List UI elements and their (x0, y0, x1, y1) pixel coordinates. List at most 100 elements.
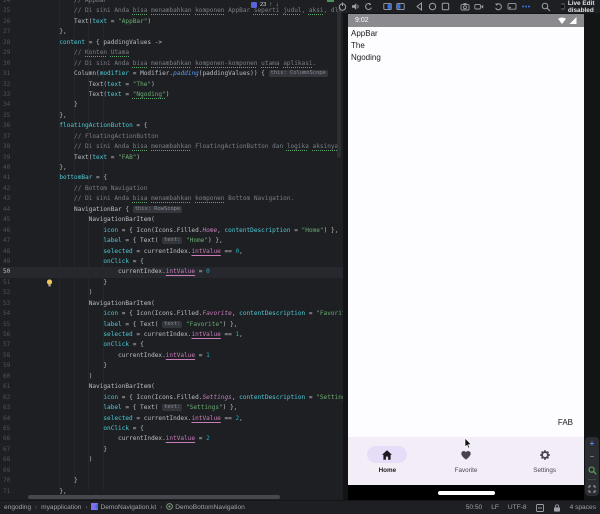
code-line[interactable]: 52 ) (0, 288, 343, 298)
line-number[interactable]: 38 (3, 142, 10, 152)
line-number[interactable]: 64 (3, 414, 10, 424)
line-number[interactable]: 59 (3, 361, 10, 371)
fold-right-icon[interactable] (396, 2, 405, 12)
line-number[interactable]: 55 (3, 320, 10, 330)
line-number[interactable]: 26 (3, 17, 10, 27)
editor-vertical-scrollbar[interactable] (337, 8, 341, 158)
back-icon[interactable] (415, 2, 424, 12)
code-line[interactable]: 50 currentIndex.intValue = 0 (0, 267, 343, 277)
line-number[interactable]: 56 (3, 330, 10, 340)
line-number[interactable]: 32 (3, 80, 10, 90)
line-number[interactable]: 43 (3, 194, 10, 204)
line-number[interactable]: 35 (3, 111, 10, 121)
line-number[interactable]: 44 (3, 205, 10, 215)
code-line[interactable]: 38 // Di sini Anda bisa menambahkan Floa… (0, 142, 343, 152)
camera-icon[interactable] (460, 2, 470, 12)
code-line[interactable]: 30 // Di sini Anda bisa menambahkan komp… (0, 59, 343, 69)
line-number[interactable]: 58 (3, 351, 10, 361)
code-line[interactable]: 70 } (0, 476, 343, 486)
code-line[interactable]: 27 }, (0, 27, 343, 37)
breadcrumb-item[interactable]: myapplication (41, 504, 81, 511)
breadcrumb-item[interactable]: engoding (4, 504, 31, 511)
power-icon[interactable] (338, 2, 347, 12)
code-line[interactable]: 25 // Di sini Anda bisa menambahkan komp… (0, 6, 343, 16)
line-number[interactable]: 34 (3, 100, 10, 110)
code-line[interactable]: 45 NavigationBarItem( (0, 215, 343, 225)
code-line[interactable]: 34 } (0, 100, 343, 110)
code-line[interactable]: 32 Text(text = "The") (0, 80, 343, 90)
code-line[interactable]: 47 label = { Text( text: "Home") }, (0, 236, 343, 246)
line-number[interactable]: 39 (3, 153, 10, 163)
code-line[interactable]: 41 bottomBar = { (0, 173, 343, 183)
line-number[interactable]: 30 (3, 59, 10, 69)
editor-horizontal-scrollbar[interactable] (28, 495, 280, 499)
code-line[interactable]: 33 Text(text = "Ngoding") (0, 90, 343, 100)
prev-problem-arrow-icon[interactable]: ↑ (269, 1, 272, 9)
line-number[interactable]: 41 (3, 173, 10, 183)
code-line[interactable]: 63 label = { Text( text: "Settings") }, (0, 403, 343, 413)
breadcrumb-item[interactable]: DemoNavigation.kt (91, 503, 156, 512)
code-line[interactable]: 69 (0, 466, 343, 476)
code-line[interactable]: 59 } (0, 361, 343, 371)
line-number[interactable]: 28 (3, 38, 10, 48)
line-number[interactable]: 47 (3, 236, 10, 246)
line-number[interactable]: 45 (3, 215, 10, 225)
code-line[interactable]: 31 Column(modifier = Modifier.padding(pa… (0, 69, 343, 79)
line-number[interactable]: 67 (3, 445, 10, 455)
caret-position[interactable]: 50:50 (466, 504, 483, 511)
line-number[interactable]: 50 (3, 267, 10, 277)
line-number[interactable]: 53 (3, 299, 10, 309)
line-number[interactable]: 29 (3, 48, 10, 58)
code-line[interactable]: 53 NavigationBarItem( (0, 299, 343, 309)
line-number[interactable]: 66 (3, 434, 10, 444)
line-number[interactable]: 27 (3, 27, 10, 37)
line-number[interactable]: 69 (3, 466, 10, 476)
record-icon[interactable] (474, 2, 484, 12)
zoom-select-button[interactable] (588, 466, 597, 475)
line-number[interactable]: 40 (3, 163, 10, 173)
home-icon[interactable] (428, 2, 437, 12)
volume-icon[interactable] (351, 2, 360, 12)
fold-left-icon[interactable] (383, 2, 392, 12)
code-line[interactable]: 51 } (0, 278, 343, 288)
nav-item-settings[interactable]: Settings (505, 437, 584, 485)
code-line[interactable]: 60 ) (0, 372, 343, 382)
lock-icon[interactable] (553, 504, 561, 512)
code-line[interactable]: 56 selected = currentIndex.intValue == 1… (0, 330, 343, 340)
code-line[interactable]: 58 currentIndex.intValue = 1 (0, 351, 343, 361)
fit-screen-button[interactable] (588, 485, 596, 493)
code-line[interactable]: 61 NavigationBarItem( (0, 382, 343, 392)
line-number[interactable]: 54 (3, 309, 10, 319)
file-encoding[interactable]: UTF-8 (508, 504, 527, 511)
code-line[interactable]: 67 } (0, 445, 343, 455)
line-number[interactable]: 33 (3, 90, 10, 100)
code-line[interactable]: 68 ) (0, 455, 343, 465)
code-line[interactable]: 55 label = { Text( text: "Favorite") }, (0, 320, 343, 330)
code-line[interactable]: 36 floatingActionButton = { (0, 121, 343, 131)
line-number[interactable]: 65 (3, 424, 10, 434)
nav-item-home[interactable]: Home (348, 437, 427, 485)
line-number[interactable]: 49 (3, 257, 10, 267)
line-number[interactable]: 57 (3, 340, 10, 350)
line-number[interactable]: 68 (3, 455, 10, 465)
code-line[interactable]: 40 }, (0, 163, 343, 173)
code-line[interactable]: 64 selected = currentIndex.intValue == 2… (0, 414, 343, 424)
code-line[interactable]: 49 onClick = { (0, 257, 343, 267)
cast-icon[interactable] (507, 2, 517, 12)
overview-icon[interactable] (441, 2, 450, 12)
line-separator[interactable]: LF (491, 504, 499, 511)
more-icon[interactable] (521, 2, 531, 12)
column-selection-icon[interactable] (536, 504, 544, 512)
indent-size[interactable]: 4 spaces (570, 504, 596, 511)
code-line[interactable]: 29 // Konten Utama (0, 48, 343, 58)
line-number[interactable]: 71 (3, 487, 10, 497)
zoom-in-button[interactable]: + (590, 440, 595, 448)
code-line[interactable]: 37 // FloatingActionButton (0, 132, 343, 142)
next-problem-arrow-icon[interactable]: ↓ (275, 1, 278, 9)
line-number[interactable]: 61 (3, 382, 10, 392)
code-line[interactable]: 57 onClick = { (0, 340, 343, 350)
line-number[interactable]: 46 (3, 226, 10, 236)
fab-text[interactable]: FAB (558, 418, 573, 427)
line-number[interactable]: 37 (3, 132, 10, 142)
restart-icon[interactable] (494, 2, 503, 12)
